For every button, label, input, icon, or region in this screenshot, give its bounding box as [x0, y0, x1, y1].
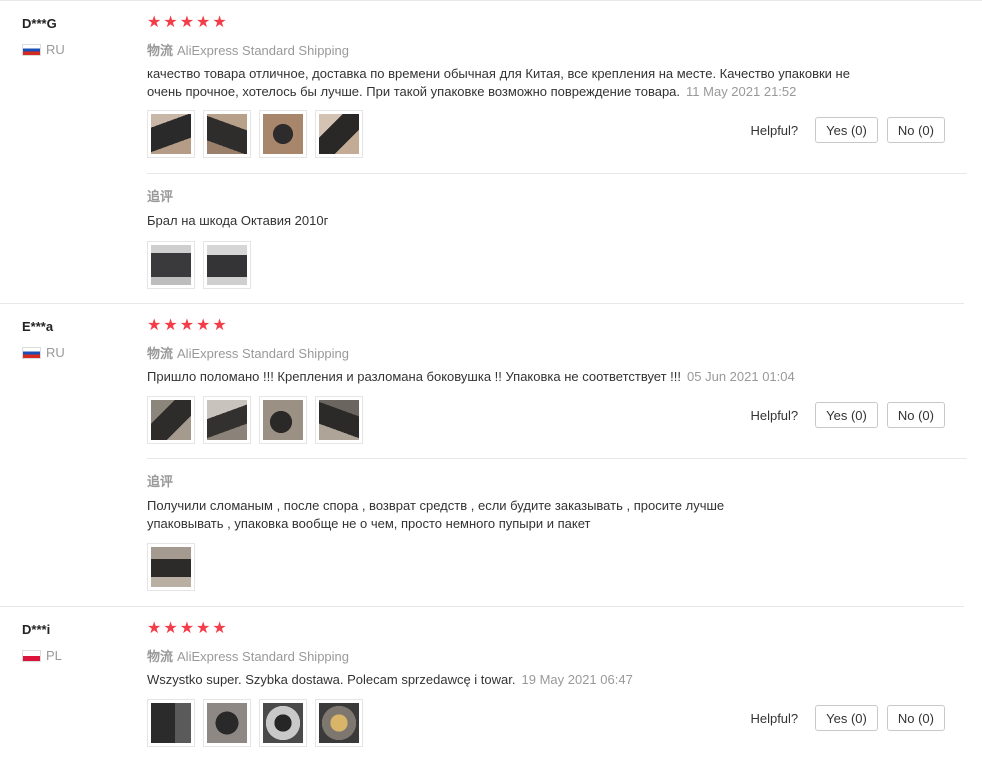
review-photo[interactable] — [315, 699, 363, 747]
star-icon: ★ — [212, 620, 227, 637]
review-date: 05 Jun 2021 01:04 — [687, 369, 795, 384]
review-date: 19 May 2021 06:47 — [521, 672, 633, 687]
helpful-yes-button[interactable]: Yes (0) — [815, 402, 878, 428]
russia-flag-icon — [22, 346, 41, 359]
followup-divider — [147, 173, 967, 174]
review-text: качество товара отличное, доставка по вр… — [147, 65, 872, 101]
helpful-label: Helpful? — [750, 710, 799, 726]
star-icon: ★ — [147, 620, 162, 637]
followup-photos — [147, 241, 259, 289]
shipping-method: AliExpress Standard Shipping — [177, 649, 350, 664]
reviewer-name: D***G — [22, 16, 57, 31]
review-photo[interactable] — [147, 241, 195, 289]
review-text: Wszystko super. Szybka dostawa. Polecam … — [147, 671, 872, 689]
star-icon: ★ — [163, 14, 178, 31]
russia-flag-icon — [22, 43, 41, 56]
review-photo[interactable] — [315, 110, 363, 158]
followup-label: 追评 — [147, 474, 174, 489]
star-icon: ★ — [147, 14, 162, 31]
helpful-label: Helpful? — [750, 407, 799, 423]
star-icon: ★ — [212, 14, 227, 31]
reviewer-name: E***a — [22, 319, 54, 334]
reviewer-country: RU — [22, 345, 65, 360]
helpful-no-button[interactable]: No (0) — [886, 705, 945, 731]
review-photo[interactable] — [147, 699, 195, 747]
shipping-info: 物流 AliExpress Standard Shipping — [147, 646, 349, 665]
review-photo[interactable] — [259, 110, 307, 158]
review-photo[interactable] — [203, 396, 251, 444]
star-icon: ★ — [196, 14, 211, 31]
star-icon: ★ — [163, 620, 178, 637]
followup-text: Брал на шкода Октавия 2010г — [147, 213, 329, 228]
reviewer-name: D***i — [22, 622, 51, 637]
review-photo[interactable] — [147, 543, 195, 591]
star-rating: ★ ★ ★ ★ ★ — [147, 15, 229, 31]
review-body: Wszystko super. Szybka dostawa. Polecam … — [147, 672, 516, 687]
star-icon: ★ — [196, 317, 211, 334]
star-icon: ★ — [179, 620, 195, 637]
poland-flag-icon — [22, 649, 41, 662]
review-photo[interactable] — [315, 396, 363, 444]
helpful-label: Helpful? — [750, 122, 799, 138]
followup-text: Получили сломаным , после спора , возвра… — [147, 498, 725, 531]
review-photos — [147, 396, 371, 444]
review-photo[interactable] — [203, 110, 251, 158]
helpful-vote: Helpful? Yes (0) No (0) — [750, 402, 945, 428]
country-code: RU — [46, 345, 65, 360]
shipping-label: 物流 — [147, 649, 174, 664]
review-photo[interactable] — [147, 110, 195, 158]
review-photo[interactable] — [203, 241, 251, 289]
followup-photos — [147, 543, 203, 591]
helpful-no-button[interactable]: No (0) — [886, 117, 945, 143]
shipping-method: AliExpress Standard Shipping — [177, 346, 350, 361]
shipping-method: AliExpress Standard Shipping — [177, 43, 350, 58]
helpful-yes-button[interactable]: Yes (0) — [815, 705, 878, 731]
shipping-label: 物流 — [147, 43, 174, 58]
star-icon: ★ — [147, 317, 162, 334]
review-photos — [147, 110, 371, 158]
followup-label: 追评 — [147, 189, 174, 204]
helpful-yes-button[interactable]: Yes (0) — [815, 117, 878, 143]
country-code: RU — [46, 42, 65, 57]
review-item: D***G RU ★ ★ ★ ★ ★ 物流 AliExpress Standard Shi… — [0, 0, 982, 305]
star-rating: ★ ★ ★ ★ ★ — [147, 621, 229, 637]
helpful-vote: Helpful? Yes (0) No (0) — [750, 117, 945, 143]
review-photo[interactable] — [259, 699, 307, 747]
star-icon: ★ — [212, 317, 227, 334]
review-photos — [147, 699, 371, 747]
review-item: E***a RU ★ ★ ★ ★ ★ 物流 AliExpress Standard Shi… — [0, 303, 982, 608]
helpful-vote: Helpful? Yes (0) No (0) — [750, 705, 945, 731]
followup-divider — [147, 458, 967, 459]
review-date: 11 May 2021 21:52 — [686, 84, 797, 99]
shipping-info: 物流 AliExpress Standard Shipping — [147, 40, 349, 59]
star-icon: ★ — [179, 317, 195, 334]
star-icon: ★ — [196, 620, 211, 637]
shipping-info: 物流 AliExpress Standard Shipping — [147, 343, 349, 362]
reviewer-country: PL — [22, 648, 62, 663]
country-code: PL — [46, 648, 62, 663]
review-photo[interactable] — [147, 396, 195, 444]
review-photo[interactable] — [203, 699, 251, 747]
reviewer-country: RU — [22, 42, 65, 57]
review-item: D***i PL ★ ★ ★ ★ ★ 物流 AliExpress Standard Shi… — [0, 606, 982, 767]
star-rating: ★ ★ ★ ★ ★ — [147, 318, 229, 334]
helpful-no-button[interactable]: No (0) — [886, 402, 945, 428]
review-photo[interactable] — [259, 396, 307, 444]
star-icon: ★ — [163, 317, 178, 334]
shipping-label: 物流 — [147, 346, 174, 361]
review-text: Пришло поломано !!! Крепления и разломан… — [147, 368, 872, 386]
review-body: Пришло поломано !!! Крепления и разломан… — [147, 369, 682, 384]
star-icon: ★ — [179, 14, 195, 31]
